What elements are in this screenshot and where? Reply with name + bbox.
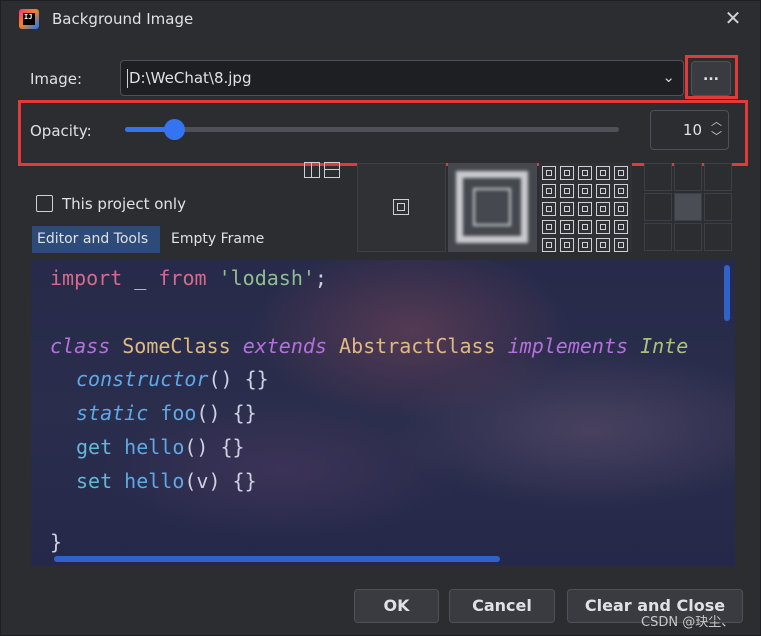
code-line: } [50,530,63,554]
code-line: static foo() {} [76,401,257,425]
this-project-only-label: This project only [62,195,186,213]
tile-cell-icon [614,166,628,180]
vertical-scrollbar[interactable] [724,265,730,321]
fill-tile-option[interactable] [539,163,632,252]
tile-cell-icon [578,184,592,198]
tile-cell-icon [560,202,574,216]
tile-cell-icon [614,238,628,252]
split-vertical-icon[interactable] [304,162,320,178]
horizontal-scrollbar[interactable] [54,556,500,562]
tile-cell-icon [542,238,556,252]
tile-cell-icon [578,166,592,180]
anchor-cell[interactable] [644,223,672,251]
tile-cell-icon [596,166,610,180]
split-horizontal-icon[interactable] [324,162,340,178]
tile-cell-icon [578,238,592,252]
editor-preview: import _ from 'lodash'; class SomeClass … [31,260,735,566]
tile-cell-icon [560,238,574,252]
text-caret [127,69,128,88]
title-bar: IJ Background Image ✕ [1,1,761,37]
tile-cell-icon [542,166,556,180]
image-path-value: D:\WeChat\8.jpg [129,69,252,87]
center-icon [393,199,409,215]
tile-cell-icon [596,202,610,216]
tile-cell-icon [614,220,628,234]
tile-cell-icon [596,238,610,252]
anchor-cell[interactable] [674,223,702,251]
this-project-only-checkbox[interactable] [36,195,53,212]
tile-cell-icon [578,202,592,216]
background-image-dialog: IJ Background Image ✕ Image: D:\WeChat\8… [0,0,761,636]
anchor-cell[interactable] [704,223,732,251]
image-label: Image: [30,70,83,88]
highlight-box-browse [685,55,738,99]
tile-cell-icon [596,220,610,234]
tile-cell-icon [542,202,556,216]
close-icon[interactable]: ✕ [723,8,743,28]
fill-center-option[interactable] [357,163,446,252]
ok-button[interactable]: OK [354,589,439,623]
app-logo-icon: IJ [19,9,39,29]
tile-cell-icon [542,184,556,198]
tile-cell-icon [560,184,574,198]
highlight-box-opacity [18,100,748,166]
tab-editor-and-tools[interactable]: Editor and Tools [32,226,160,253]
tile-cell-icon [596,184,610,198]
tile-cell-icon [560,220,574,234]
split-layout-toggle [304,161,344,179]
window-title: Background Image [52,10,194,28]
watermark: CSDN @玦尘、 [641,615,735,630]
tile-cell-icon [560,166,574,180]
code-line: get hello() {} [76,435,245,459]
image-path-combobox[interactable]: D:\WeChat\8.jpg ⌄ [120,60,684,96]
chevron-down-icon[interactable]: ⌄ [662,68,675,86]
scale-icon [456,171,528,243]
tab-label: Editor and Tools [37,231,149,247]
anchor-cell[interactable] [644,193,672,221]
cancel-button[interactable]: Cancel [449,589,555,623]
fill-scale-option[interactable] [448,163,537,252]
tile-cell-icon [614,184,628,198]
anchor-cell[interactable] [674,193,702,221]
anchor-grid [644,163,734,253]
code-line: import _ from 'lodash'; [50,266,327,290]
code-line: class SomeClass extends AbstractClass im… [50,334,689,358]
tab-empty-frame[interactable]: Empty Frame [171,231,264,247]
anchor-cell[interactable] [704,163,732,191]
code-line: constructor() {} [76,367,269,391]
anchor-cell[interactable] [704,193,732,221]
anchor-cell[interactable] [644,163,672,191]
code-line: set hello(v) {} [76,469,257,493]
anchor-cell[interactable] [674,163,702,191]
tile-cell-icon [542,220,556,234]
tile-cell-icon [614,202,628,216]
tile-cell-icon [578,220,592,234]
